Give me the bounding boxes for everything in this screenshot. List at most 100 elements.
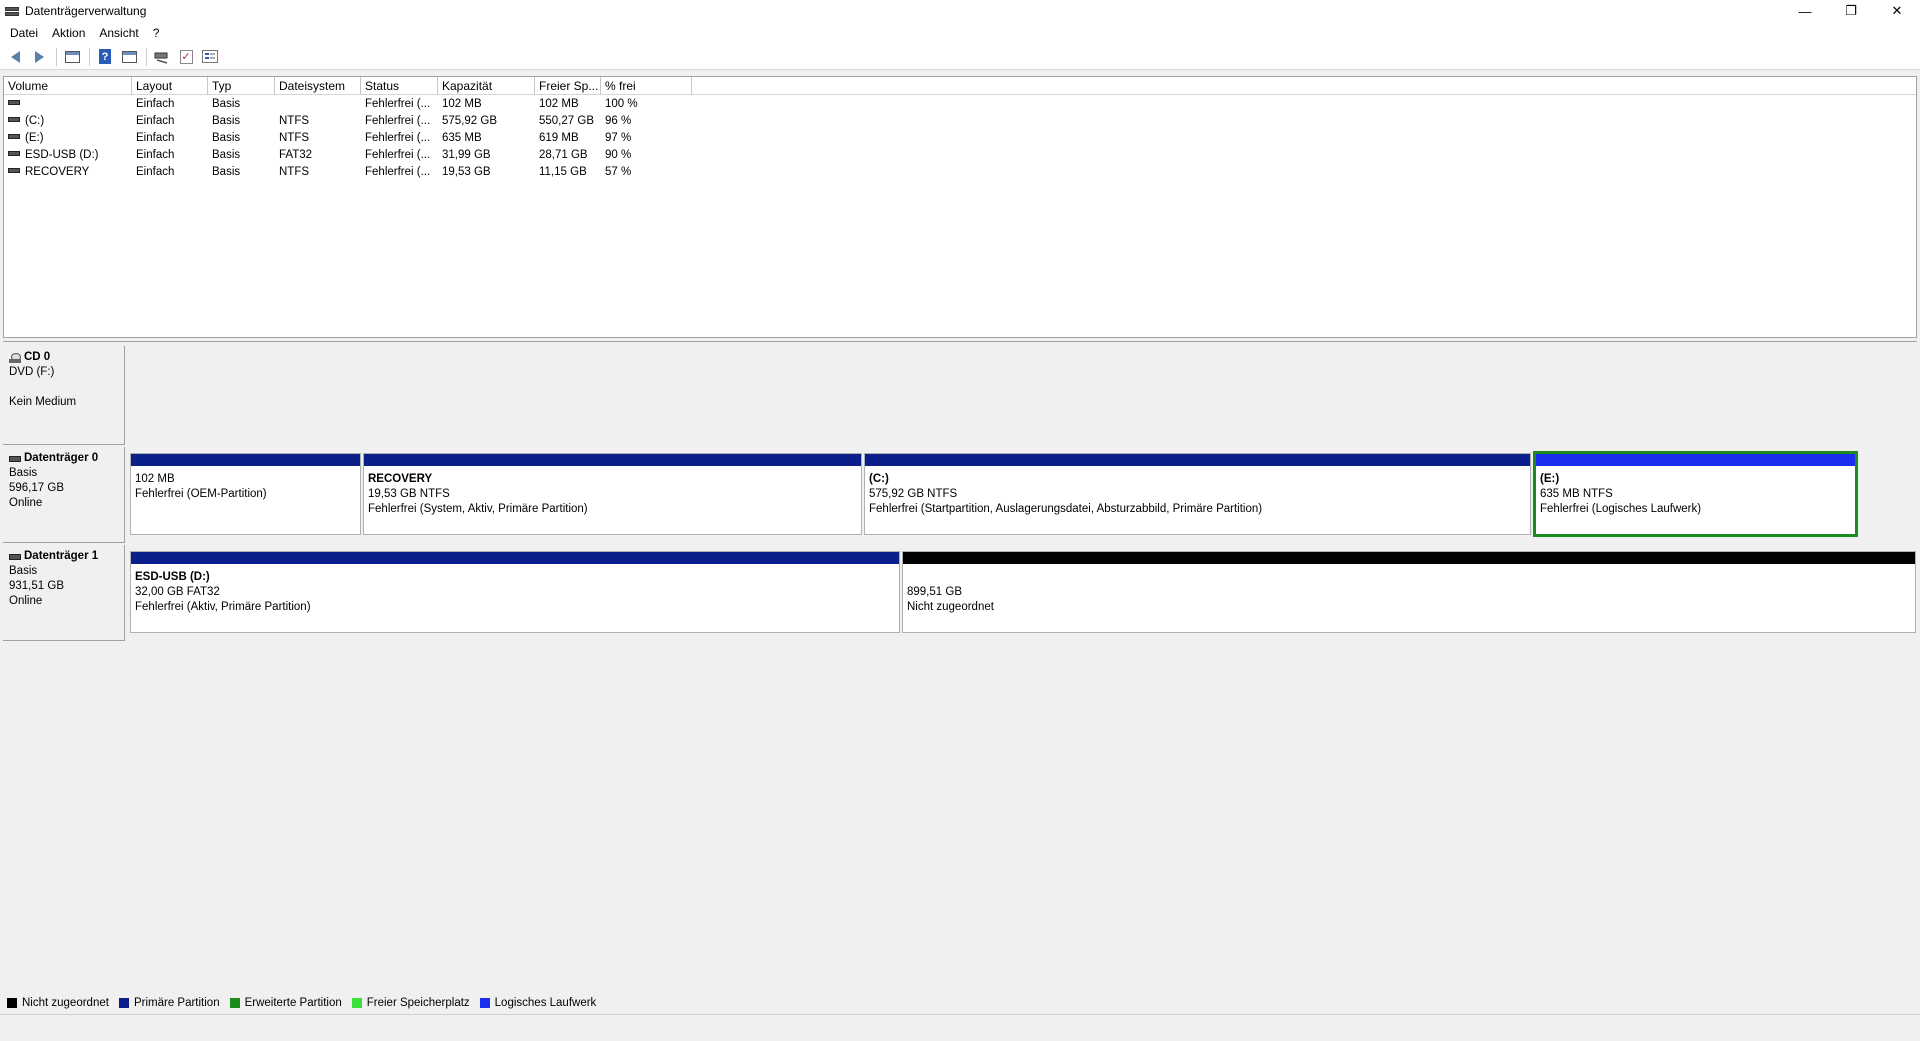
table-row[interactable]: (E:) Einfach Basis NTFS Fehlerfrei (... … <box>4 130 704 147</box>
partition-name: ESD-USB (D:) <box>135 571 210 583</box>
partition-name: (C:) <box>869 473 889 485</box>
cell-volume: RECOVERY <box>25 166 90 178</box>
legend-label: Primäre Partition <box>133 997 220 1009</box>
menu-aktion[interactable]: Aktion <box>45 26 92 40</box>
list-button[interactable] <box>199 47 221 67</box>
menu-datei[interactable]: Datei <box>3 26 45 40</box>
volume-list-header: Volume Layout Typ Dateisystem Status Kap… <box>4 77 1916 95</box>
help-button[interactable]: ? <box>94 47 116 67</box>
disk-management-app-icon <box>5 6 19 17</box>
column-header-freier-speicher[interactable]: Freier Sp... <box>535 77 601 95</box>
volume-icon <box>8 117 20 123</box>
legend: Nicht zugeordnet Primäre Partition Erwei… <box>3 993 602 1013</box>
partition-esd-usb[interactable]: ESD-USB (D:) 32,00 GB FAT32 Fehlerfrei (… <box>130 551 900 633</box>
table-row[interactable]: ESD-USB (D:) Einfach Basis FAT32 Fehlerf… <box>4 147 704 164</box>
partition-size: 575,92 GB NTFS <box>869 488 958 500</box>
check-button[interactable]: ✓ <box>175 47 197 67</box>
column-header-volume[interactable]: Volume <box>4 77 132 95</box>
table-row[interactable]: RECOVERY Einfach Basis NTFS Fehlerfrei (… <box>4 164 704 181</box>
console-tree-button[interactable] <box>61 47 83 67</box>
disk1-partition-area: ESD-USB (D:) 32,00 GB FAT32 Fehlerfrei (… <box>128 545 1917 641</box>
legend-item-primary: Primäre Partition <box>115 997 220 1009</box>
hard-disk-icon <box>9 553 21 560</box>
legend-label: Nicht zugeordnet <box>22 997 109 1009</box>
disk-graphical-view: CD 0 DVD (F:) Kein Medium Datenträger 0 … <box>3 341 1917 1041</box>
toolbar: ? ✓ <box>0 44 1920 70</box>
table-row[interactable]: Einfach Basis Fehlerfrei (... 102 MB 102… <box>4 96 704 113</box>
disk-size: 931,51 GB <box>9 580 64 592</box>
partition-c[interactable]: (C:) 575,92 GB NTFS Fehlerfrei (Startpar… <box>864 453 1531 535</box>
legend-swatch <box>7 998 17 1008</box>
cell-typ: Basis <box>212 132 241 144</box>
disk-name: Datenträger 1 <box>24 550 99 562</box>
primary-partition-bar <box>131 454 360 466</box>
console-tree-icon <box>64 50 80 63</box>
cell-layout: Einfach <box>136 132 175 144</box>
back-arrow-icon <box>10 50 20 63</box>
column-header-layout[interactable]: Layout <box>132 77 208 95</box>
properties-button[interactable] <box>118 47 140 67</box>
partition-e-selected[interactable]: (E:) 635 MB NTFS Fehlerfrei (Logisches L… <box>1533 451 1858 537</box>
help-icon: ? <box>99 49 111 64</box>
window-title: Datenträgerverwaltung <box>25 4 147 18</box>
volume-list: Volume Layout Typ Dateisystem Status Kap… <box>3 76 1917 338</box>
forward-arrow-icon <box>34 50 44 63</box>
volume-icon <box>8 168 20 174</box>
disk-row-disk1: Datenträger 1 Basis 931,51 GB Online ESD… <box>3 545 1917 641</box>
window-controls: — ❐ ✕ <box>1782 0 1920 22</box>
disk-type: Basis <box>9 467 38 479</box>
cell-dateisystem <box>275 96 361 113</box>
partition-unallocated[interactable]: 899,51 GB Nicht zugeordnet <box>902 551 1916 633</box>
legend-swatch <box>351 998 362 1008</box>
disk-label-disk0[interactable]: Datenträger 0 Basis 596,17 GB Online <box>3 447 125 543</box>
cell-prozent-frei: 96 % <box>605 115 632 127</box>
cell-status: Fehlerfrei (... <box>365 149 431 161</box>
partition-status: Fehlerfrei (Logisches Laufwerk) <box>1540 503 1702 515</box>
cell-status: Fehlerfrei (... <box>365 132 431 144</box>
menu-help[interactable]: ? <box>146 26 167 40</box>
disk-label-cd0[interactable]: CD 0 DVD (F:) Kein Medium <box>3 346 125 445</box>
menu-ansicht[interactable]: Ansicht <box>92 26 145 40</box>
legend-item-unallocated: Nicht zugeordnet <box>3 997 109 1009</box>
status-bar <box>0 1014 1920 1041</box>
column-header-kapazitaet[interactable]: Kapazität <box>438 77 535 95</box>
cell-status: Fehlerfrei (... <box>365 115 431 127</box>
partition-name: RECOVERY <box>368 473 433 485</box>
disk-state: Online <box>9 497 43 509</box>
restore-button[interactable]: ❐ <box>1828 0 1874 22</box>
list-icon <box>202 50 218 63</box>
close-button[interactable]: ✕ <box>1874 0 1920 22</box>
back-button[interactable] <box>4 47 26 67</box>
minimize-button[interactable]: — <box>1782 0 1828 22</box>
cell-dateisystem: NTFS <box>279 132 310 144</box>
cell-freier-speicher: 619 MB <box>539 132 579 144</box>
column-header-dateisystem[interactable]: Dateisystem <box>275 77 361 95</box>
disk-name: Datenträger 0 <box>24 452 99 464</box>
cell-kapazitaet: 635 MB <box>442 132 482 144</box>
table-row[interactable]: (C:) Einfach Basis NTFS Fehlerfrei (... … <box>4 113 704 130</box>
disk-drive-letter: DVD (F:) <box>9 366 55 378</box>
column-header-prozent-frei[interactable]: % frei <box>601 77 692 95</box>
disk-size: 596,17 GB <box>9 482 64 494</box>
properties-icon <box>121 50 137 63</box>
connect-button[interactable] <box>151 47 173 67</box>
disk-label-disk1[interactable]: Datenträger 1 Basis 931,51 GB Online <box>3 545 125 641</box>
cell-prozent-frei: 100 % <box>605 98 638 110</box>
cell-typ: Basis <box>212 98 241 110</box>
legend-swatch <box>118 998 129 1008</box>
column-header-typ[interactable]: Typ <box>208 77 275 95</box>
legend-swatch <box>229 998 240 1008</box>
partition-size: 899,51 GB <box>907 586 962 598</box>
partition-oem[interactable]: 102 MB Fehlerfrei (OEM-Partition) <box>130 453 361 535</box>
partition-size: 32,00 GB FAT32 <box>135 586 220 598</box>
cell-typ: Basis <box>212 166 241 178</box>
column-header-status[interactable]: Status <box>361 77 438 95</box>
logical-drive-bar <box>1536 454 1855 466</box>
partition-name: (E:) <box>1540 473 1560 485</box>
partition-recovery[interactable]: RECOVERY 19,53 GB NTFS Fehlerfrei (Syste… <box>363 453 862 535</box>
volume-icon <box>8 134 20 140</box>
cell-dateisystem: NTFS <box>279 166 310 178</box>
partition-status: Fehlerfrei (OEM-Partition) <box>135 488 267 500</box>
forward-button[interactable] <box>28 47 50 67</box>
unallocated-bar <box>903 552 1915 564</box>
